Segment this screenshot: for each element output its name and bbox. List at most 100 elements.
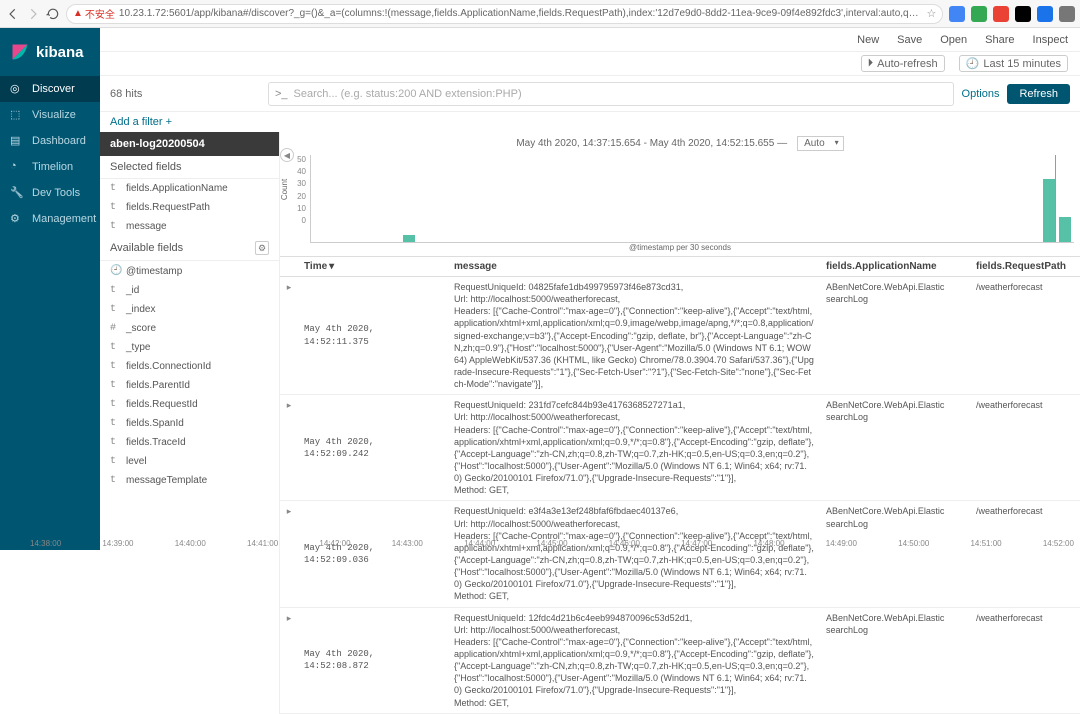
- expand-icon[interactable]: ▸: [280, 395, 298, 500]
- menu-open[interactable]: Open: [940, 34, 967, 46]
- field-name: @timestamp: [126, 266, 182, 277]
- index-pattern-selector[interactable]: aben-log20200504: [100, 132, 279, 156]
- interval-select[interactable]: Auto: [797, 136, 844, 151]
- reload-icon[interactable]: [46, 5, 60, 23]
- add-filter-button[interactable]: Add a filter +: [110, 116, 172, 128]
- col-time[interactable]: Time ▾: [298, 257, 448, 276]
- field-message[interactable]: tmessage: [100, 217, 279, 236]
- sidebar-item-discover[interactable]: ◎Discover: [0, 76, 100, 102]
- type-icon: t: [110, 285, 120, 296]
- cell-message: RequestUniqueId: e3f4a3e13ef248bfaf6fbda…: [448, 501, 820, 606]
- extension-icon[interactable]: [1059, 6, 1075, 22]
- field-name: fields.SpanId: [126, 418, 184, 429]
- table-row[interactable]: ▸May 4th 2020, 14:52:09.242RequestUnique…: [280, 395, 1080, 501]
- sidebar-item-timelion[interactable]: ◔ Timelion: [0, 154, 100, 180]
- field-fields.ConnectionId[interactable]: tfields.ConnectionId: [100, 357, 279, 376]
- search-input[interactable]: >_ Search... (e.g. status:200 AND extens…: [268, 82, 954, 106]
- available-fields-header: Available fields ⚙: [100, 236, 279, 261]
- extension-icon[interactable]: [949, 6, 965, 22]
- cell-path: /weatherforecast: [970, 608, 1080, 713]
- field-name: fields.TraceId: [126, 437, 186, 448]
- refresh-button[interactable]: Refresh: [1007, 84, 1070, 104]
- field-name: fields.RequestId: [126, 399, 198, 410]
- forward-icon[interactable]: [26, 5, 40, 23]
- nav-label: Dashboard: [32, 135, 86, 147]
- extension-icon[interactable]: [1015, 6, 1031, 22]
- prompt-icon: >_: [275, 88, 288, 100]
- field-_type[interactable]: t_type: [100, 338, 279, 357]
- field-_index[interactable]: t_index: [100, 300, 279, 319]
- expand-icon[interactable]: ▸: [280, 501, 298, 606]
- address-bar[interactable]: ▲ 不安全 10.23.1.72:5601/app/kibana#/discov…: [66, 4, 943, 24]
- brand-label: kibana: [36, 44, 84, 61]
- search-placeholder: Search... (e.g. status:200 AND extension…: [294, 88, 522, 100]
- extension-icon[interactable]: [971, 6, 987, 22]
- cell-app: ABenNetCore.WebApi.Elastic searchLog: [820, 608, 970, 713]
- field-fields.TraceId[interactable]: tfields.TraceId: [100, 433, 279, 452]
- field-name: _index: [126, 304, 155, 315]
- nav-label: Timelion: [32, 161, 73, 173]
- menu-new[interactable]: New: [857, 34, 879, 46]
- sidebar-item-management[interactable]: ⚙Management: [0, 206, 100, 232]
- fields-pane: aben-log20200504 Selected fields tfields…: [100, 132, 280, 714]
- back-icon[interactable]: [6, 5, 20, 23]
- autorefresh-toggle[interactable]: ⏵ Auto-refresh: [861, 55, 945, 72]
- brand-logo[interactable]: kibana: [0, 28, 100, 76]
- field-fields.RequestPath[interactable]: tfields.RequestPath: [100, 198, 279, 217]
- field-@timestamp[interactable]: 🕘@timestamp: [100, 261, 279, 281]
- bars-icon: ⬚: [10, 108, 24, 122]
- sidebar-item-visualize[interactable]: ⬚Visualize: [0, 102, 100, 128]
- extension-icon[interactable]: [993, 6, 1009, 22]
- cell-app: ABenNetCore.WebApi.Elastic searchLog: [820, 277, 970, 394]
- menu-save[interactable]: Save: [897, 34, 922, 46]
- plot-area[interactable]: [310, 155, 1074, 243]
- cell-path: /weatherforecast: [970, 395, 1080, 500]
- cell-time: May 4th 2020, 14:52:11.375: [298, 277, 448, 394]
- sidebar-item-dev tools[interactable]: 🔧Dev Tools: [0, 180, 100, 206]
- table-row[interactable]: ▸May 4th 2020, 14:52:09.036RequestUnique…: [280, 501, 1080, 607]
- col-message[interactable]: message: [448, 257, 820, 276]
- field-level[interactable]: tlevel: [100, 452, 279, 471]
- gear-icon[interactable]: ⚙: [255, 241, 269, 255]
- field-name: level: [126, 456, 147, 467]
- top-menu: New Save Open Share Inspect: [100, 28, 1080, 52]
- options-link[interactable]: Options: [962, 88, 1000, 100]
- histogram-bar[interactable]: [1059, 217, 1071, 242]
- kibana-icon: [10, 42, 30, 62]
- browser-bar: ▲ 不安全 10.23.1.72:5601/app/kibana#/discov…: [0, 0, 1080, 28]
- table-body[interactable]: ▸May 4th 2020, 14:52:11.375RequestUnique…: [280, 277, 1080, 714]
- histogram-bar[interactable]: [1043, 179, 1055, 242]
- menu-inspect[interactable]: Inspect: [1033, 34, 1068, 46]
- cell-message: RequestUniqueId: 04825fafe1db499795973f4…: [448, 277, 820, 394]
- menu-share[interactable]: Share: [985, 34, 1014, 46]
- field-fields.ApplicationName[interactable]: tfields.ApplicationName: [100, 179, 279, 198]
- doc-pane: May 4th 2020, 14:37:15.654 - May 4th 202…: [280, 132, 1080, 714]
- sidebar-item-dashboard[interactable]: ▤Dashboard: [0, 128, 100, 154]
- col-app[interactable]: fields.ApplicationName: [820, 257, 970, 276]
- compass-icon: ◎: [10, 82, 24, 96]
- table-row[interactable]: ▸May 4th 2020, 14:52:08.872RequestUnique…: [280, 608, 1080, 714]
- field-name: message: [126, 221, 167, 232]
- field-name: fields.ConnectionId: [126, 361, 211, 372]
- time-picker[interactable]: 🕘 Last 15 minutes: [959, 55, 1068, 72]
- expand-icon[interactable]: ▸: [280, 608, 298, 713]
- field-fields.RequestId[interactable]: t fields.RequestId: [100, 395, 279, 414]
- extension-icon[interactable]: [1037, 6, 1053, 22]
- star-icon[interactable]: ☆: [927, 7, 937, 20]
- histogram-chart[interactable]: Count 50403020100: [280, 155, 1080, 243]
- field-_score[interactable]: #_score: [100, 319, 279, 338]
- query-bar: 68 hits >_ Search... (e.g. status:200 AN…: [100, 76, 1080, 112]
- clock-icon: ◔: [10, 160, 24, 174]
- field-_id[interactable]: t_id: [100, 281, 279, 300]
- expand-icon[interactable]: ▸: [280, 277, 298, 394]
- wrench-icon: 🔧: [10, 186, 24, 200]
- table-row[interactable]: ▸May 4th 2020, 14:52:11.375RequestUnique…: [280, 277, 1080, 395]
- sort-desc-icon[interactable]: ▾: [329, 261, 334, 272]
- field-messageTemplate[interactable]: tmessageTemplate: [100, 471, 279, 490]
- field-fields.SpanId[interactable]: tfields.SpanId: [100, 414, 279, 433]
- histogram-bar[interactable]: [403, 235, 415, 242]
- toolbar-row: ⏵ Auto-refresh 🕘 Last 15 minutes: [100, 52, 1080, 76]
- type-icon: t: [110, 399, 120, 410]
- col-path[interactable]: fields.RequestPath: [970, 257, 1080, 276]
- field-fields.ParentId[interactable]: tfields.ParentId: [100, 376, 279, 395]
